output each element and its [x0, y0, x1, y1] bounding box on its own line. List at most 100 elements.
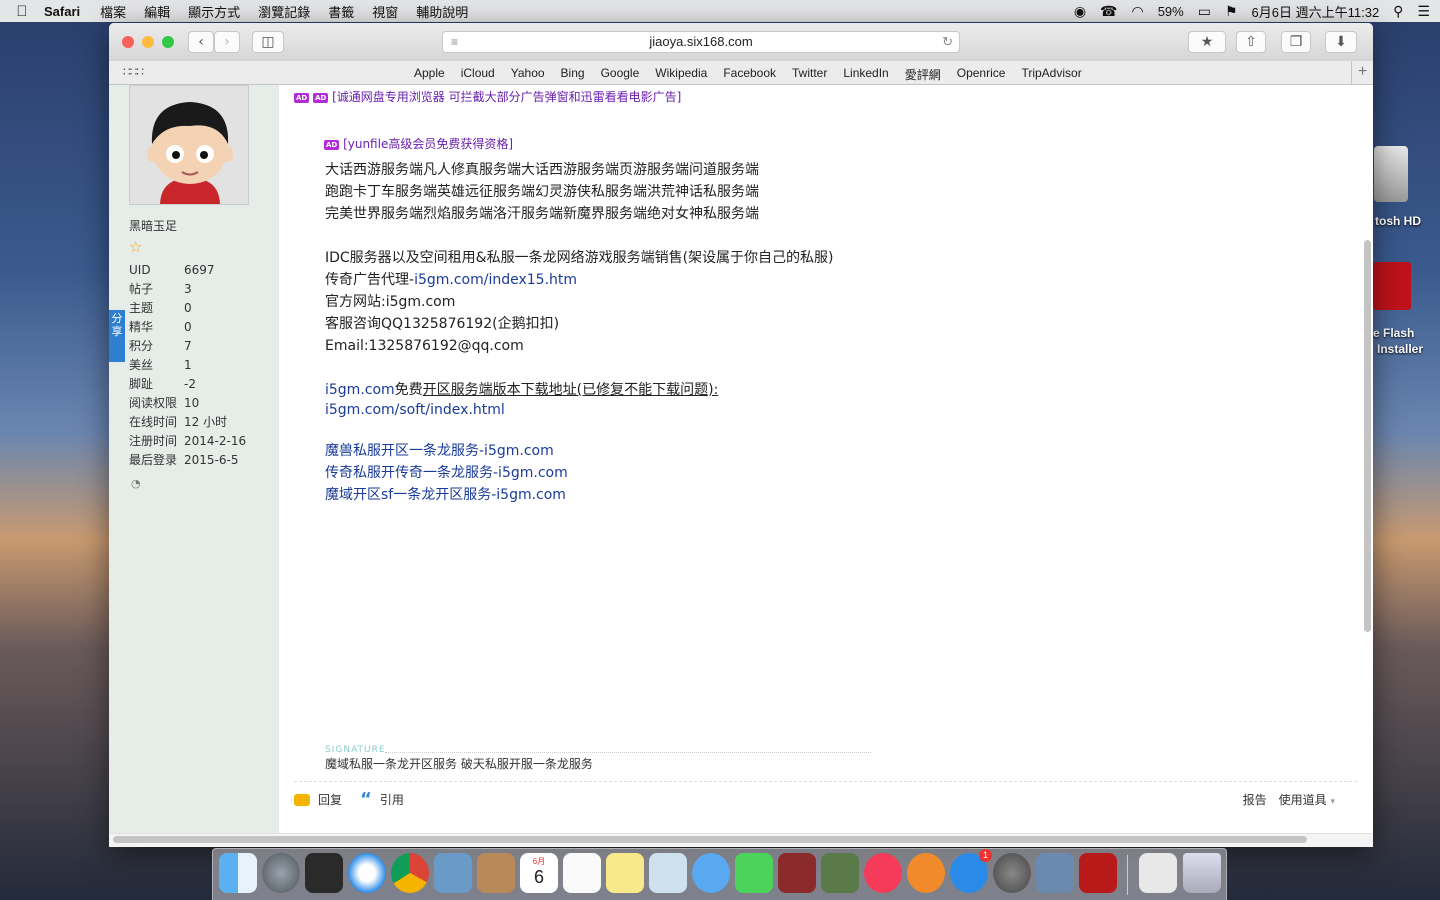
photo-booth-icon[interactable] [778, 853, 816, 893]
favorite-aipingwang[interactable]: 愛評網 [905, 66, 941, 83]
ad-link-1[interactable]: [诚通网盘专用浏览器 可拦截大部分广告弹窗和迅雷看看电影广告] [332, 90, 681, 104]
finder-icon[interactable] [219, 853, 257, 893]
battery-percent[interactable]: 59% [1158, 4, 1184, 19]
address-bar[interactable]: ≡ jiaoya.six168.com ↻ [442, 31, 960, 53]
itunes-icon[interactable] [864, 853, 902, 893]
quote-button[interactable]: 引用 [380, 791, 404, 808]
notification-center-icon[interactable]: ☰ [1417, 3, 1430, 20]
hard-drive-icon[interactable] [1374, 146, 1408, 202]
system-preferences-icon[interactable] [993, 853, 1031, 893]
input-source-flag-icon[interactable]: ⚑ [1225, 3, 1238, 20]
menu-view[interactable]: 顯示方式 [188, 2, 240, 21]
iphoto-icon[interactable] [821, 853, 859, 893]
safari-icon[interactable] [348, 853, 386, 893]
spotlight-search-icon[interactable]: ⚲ [1393, 3, 1403, 20]
downloads-button[interactable]: ⬇ [1325, 31, 1357, 53]
share-button[interactable]: ⇧ [1236, 31, 1266, 53]
share-icon: ⇧ [1245, 34, 1257, 50]
close-window-button[interactable] [122, 36, 134, 48]
battery-icon[interactable]: ▭ [1198, 3, 1211, 20]
profile-username[interactable]: 黑暗玉足 [129, 217, 177, 234]
facetime-icon[interactable] [735, 853, 773, 893]
minimize-window-button[interactable] [142, 36, 154, 48]
menu-bookmarks[interactable]: 書籤 [328, 2, 354, 21]
favorite-wikipedia[interactable]: Wikipedia [655, 66, 707, 83]
tabs-overview-button[interactable]: ❐ [1281, 31, 1311, 53]
free-label: 免费 [394, 382, 423, 398]
reader-icon[interactable]: ≡ [451, 32, 458, 52]
phone-icon[interactable]: ☎ [1100, 3, 1117, 20]
menu-history[interactable]: 瀏覽記錄 [258, 2, 310, 21]
menu-window[interactable]: 視窗 [372, 2, 398, 21]
share-sidebar-tab[interactable]: 分享 [109, 310, 125, 362]
download-address-link[interactable]: 开区服务端版本下载地址(已修复不能下载问题): [423, 382, 719, 398]
apple-menu-icon[interactable]:  [0, 3, 44, 20]
notes-icon[interactable] [606, 853, 644, 893]
promo-link-2[interactable]: 传奇私服开传奇一条龙服务-i5gm.com [325, 465, 568, 481]
preview-icon[interactable] [434, 853, 472, 893]
avatar[interactable] [129, 85, 249, 205]
favorite-google[interactable]: Google [601, 66, 640, 83]
new-tab-plus-icon[interactable]: + [1351, 61, 1373, 85]
tools-dropdown[interactable]: 使用道具 ▾ [1279, 791, 1335, 808]
messages-icon[interactable] [692, 853, 730, 893]
bookmark-button[interactable]: ★ [1188, 31, 1226, 53]
favorite-tripadvisor[interactable]: TripAdvisor [1021, 66, 1081, 83]
favorite-facebook[interactable]: Facebook [723, 66, 776, 83]
flash-installer-label-1[interactable]: e Flash [1373, 326, 1414, 340]
quote-icon[interactable]: “ [360, 790, 372, 808]
promo-link-1[interactable]: 魔兽私服开区一条龙服务-i5gm.com [325, 443, 554, 459]
horizontal-scrollbar[interactable] [113, 836, 1307, 843]
maps-photos-icon[interactable] [649, 853, 687, 893]
favorite-openrice[interactable]: Openrice [957, 66, 1006, 83]
menu-help[interactable]: 輔助說明 [416, 2, 468, 21]
vertical-scrollbar[interactable] [1364, 240, 1371, 632]
zoom-window-button[interactable] [162, 36, 174, 48]
ad-banner-2[interactable]: AD [yunfile高级会员免费获得资格] [324, 135, 513, 152]
ad-banner-1[interactable]: AD AD [诚通网盘专用浏览器 可拦截大部分广告弹窗和迅雷看看电影广告] [294, 88, 681, 105]
flash-installer-icon[interactable] [1373, 262, 1411, 310]
chrome-icon[interactable] [391, 853, 429, 893]
contacts-icon[interactable] [477, 853, 515, 893]
post-text-line: 完美世界服务端烈焰服务端洛汗服务端新魔界服务端绝对女神私服务端 [325, 206, 759, 222]
favorite-apple[interactable]: Apple [414, 66, 445, 83]
promo-link-3[interactable]: 魔域开区sf一条龙开区服务-i5gm.com [325, 487, 566, 503]
download-url-link[interactable]: i5gm.com/soft/index.html [325, 402, 505, 418]
downloads-stack-icon[interactable] [1139, 853, 1177, 893]
stat-row: 积分 7 [129, 337, 246, 356]
reload-icon[interactable]: ↻ [942, 32, 953, 52]
reply-button[interactable]: 回复 [318, 791, 342, 808]
ad-agent-link[interactable]: i5gm.com/index15.htm [414, 272, 577, 288]
sidebar-toggle-button[interactable]: ◫ [252, 31, 284, 53]
favorite-icloud[interactable]: iCloud [461, 66, 495, 83]
ad-link-2[interactable]: [yunfile高级会员免费获得资格] [343, 137, 513, 151]
menu-app-name[interactable]: Safari [44, 4, 80, 19]
wifi-icon[interactable]: ◠ [1131, 3, 1143, 20]
network-utility-icon[interactable] [1036, 853, 1074, 893]
reminders-icon[interactable] [563, 853, 601, 893]
status-app-icon[interactable]: ◉ [1074, 3, 1086, 20]
filezilla-icon[interactable] [1079, 853, 1117, 893]
favorite-linkedin[interactable]: LinkedIn [843, 66, 888, 83]
online-status-icon[interactable]: ◔ [131, 477, 141, 490]
favorite-bing[interactable]: Bing [561, 66, 585, 83]
trash-icon[interactable] [1183, 853, 1221, 893]
menu-clock[interactable]: 6月6日 週六上午11:32 [1252, 2, 1380, 21]
menu-edit[interactable]: 編輯 [144, 2, 170, 21]
report-button[interactable]: 报告 [1243, 791, 1267, 808]
hard-drive-label[interactable]: tosh HD [1375, 214, 1421, 228]
flash-installer-label-2[interactable]: Installer [1377, 342, 1423, 356]
favorite-yahoo[interactable]: Yahoo [511, 66, 545, 83]
favorite-twitter[interactable]: Twitter [792, 66, 827, 83]
back-button[interactable]: ‹ [188, 31, 214, 53]
calendar-icon[interactable]: 6月 6 [520, 853, 558, 893]
mission-control-icon[interactable] [305, 853, 343, 893]
menu-file[interactable]: 檔案 [100, 2, 126, 21]
top-sites-grid-icon[interactable]: ∷∷∷ [123, 65, 144, 79]
launchpad-icon[interactable] [262, 853, 300, 893]
app-store-icon[interactable]: 1 [950, 849, 992, 893]
ibooks-icon[interactable] [907, 853, 945, 893]
reply-icon[interactable] [294, 793, 310, 806]
forward-button[interactable]: › [214, 31, 240, 53]
site-link[interactable]: i5gm.com [325, 382, 395, 398]
